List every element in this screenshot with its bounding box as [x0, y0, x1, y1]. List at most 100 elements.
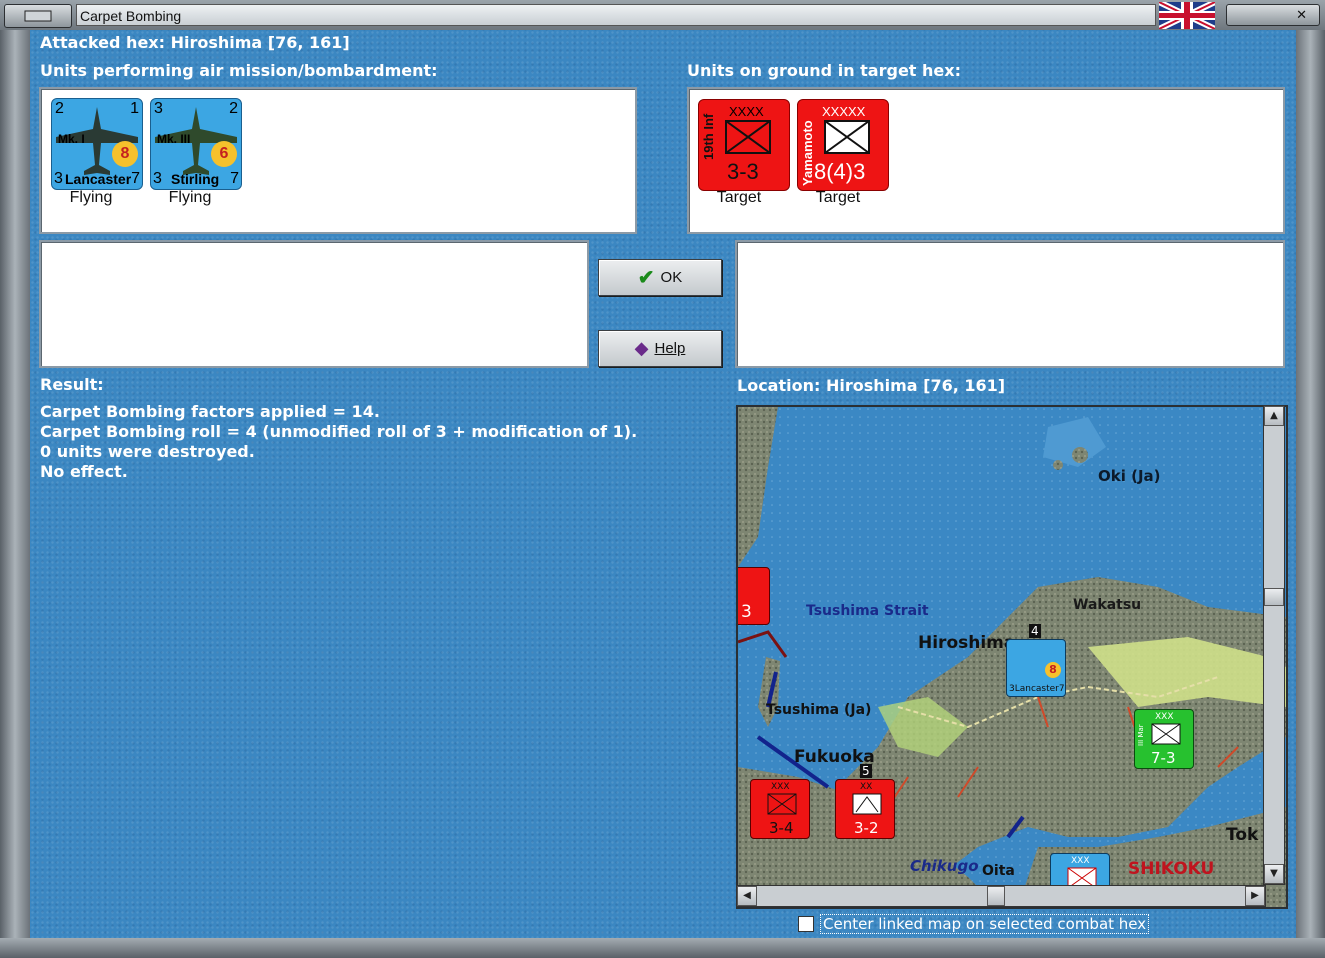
- unit-model: Mk. I: [58, 132, 85, 146]
- counter-strength: 7-3: [1151, 749, 1176, 767]
- map-label-wakatsu: Wakatsu: [1073, 597, 1142, 613]
- ground-units-label: Units on ground in target hex:: [687, 61, 961, 80]
- attacked-hex-label: Attacked hex: Hiroshima [76, 161]: [40, 33, 350, 52]
- map-counter-lancaster[interactable]: 4 8 3Lancaster7: [1006, 624, 1066, 697]
- map-vertical-scrollbar[interactable]: ▲ ▼: [1263, 405, 1285, 885]
- map-counter-red-a[interactable]: XXX 3-4: [750, 779, 810, 839]
- map-label-tsushima-strait: Tsushima Strait: [806, 603, 929, 619]
- center-map-option[interactable]: Center linked map on selected combat hex: [798, 914, 1150, 934]
- scroll-down-icon[interactable]: ▼: [1264, 864, 1284, 884]
- mountain-symbol-icon: [852, 793, 882, 815]
- unit-top-right: 1: [130, 100, 139, 117]
- location-label: Location: Hiroshima [76, 161]: [737, 376, 1006, 395]
- map-label-tsushima: Tsushima (Ja): [766, 702, 872, 718]
- map-counter-left-red[interactable]: 3: [738, 567, 770, 625]
- close-button[interactable]: ✕: [1226, 4, 1320, 26]
- ground-unit-19th-inf[interactable]: 19th Inf XXXX 3-3: [698, 99, 790, 191]
- title-bar: Carpet Bombing ✕: [0, 0, 1325, 31]
- result-line: No effect.: [40, 462, 128, 481]
- unit-strength: 8(4)3: [814, 159, 866, 184]
- counter-size: XXX: [771, 782, 790, 792]
- unit-name: Lancaster: [65, 171, 132, 187]
- bottom-border: [0, 938, 1325, 958]
- dialog-client: Attacked hex: Hiroshima [76, 161] Units …: [30, 30, 1296, 938]
- map-counter-red-b[interactable]: 5 XX 3-2: [835, 764, 895, 839]
- map-label-hiroshima: Hiroshima: [918, 633, 1016, 653]
- map-label-oki: Oki (Ja): [1098, 467, 1161, 485]
- uk-flag-icon: [1159, 2, 1215, 29]
- scroll-thumb[interactable]: [1264, 588, 1284, 606]
- checkmark-icon: ✔: [637, 267, 655, 289]
- air-details-box: [39, 240, 589, 368]
- unit-size: XXXXX: [822, 104, 866, 119]
- result-line: Carpet Bombing roll = 4 (unmodified roll…: [40, 422, 638, 441]
- ok-label: OK: [660, 269, 683, 286]
- infantry-symbol-icon: [824, 120, 870, 154]
- counter-strength: 3: [741, 602, 752, 622]
- linked-map[interactable]: Oki (Ja) Wakatsu Tsushima Strait Hiroshi…: [736, 405, 1288, 909]
- help-label: Help: [654, 340, 686, 357]
- ground-unit-yamamoto[interactable]: Yamamoto XXXXX 8(4)3: [797, 99, 889, 191]
- left-border: [0, 30, 30, 940]
- map-label-shikoku: SHIKOKU: [1128, 859, 1215, 879]
- result-line: Carpet Bombing factors applied = 14.: [40, 402, 380, 421]
- result-label: Result:: [40, 375, 104, 394]
- window-menu-icon: [24, 10, 52, 22]
- unit-size: XXXX: [729, 104, 764, 119]
- unit-name: Stirling: [171, 171, 220, 187]
- marine-symbol-icon: [1151, 723, 1181, 745]
- unit-side-label: Yamamoto: [800, 120, 815, 186]
- unit-bottom-right: 7: [230, 170, 239, 187]
- unit-model: Mk. III: [157, 132, 191, 146]
- map-label-oita: Oita: [982, 863, 1015, 879]
- stack-count: 4: [1029, 624, 1041, 638]
- center-map-checkbox[interactable]: [798, 916, 814, 932]
- ground-details-box: [735, 240, 1285, 368]
- unit-status: Flying: [69, 189, 113, 206]
- scroll-up-icon[interactable]: ▲: [1264, 406, 1284, 426]
- map-label-tok: Tok: [1226, 825, 1259, 845]
- counter-side-label: III Mar: [1137, 724, 1145, 746]
- help-book-icon: ◆: [634, 338, 649, 358]
- map-counter-green[interactable]: XXX III Mar 7-3: [1134, 709, 1194, 769]
- system-menu-button[interactable]: [4, 4, 72, 28]
- map-horizontal-scrollbar[interactable]: ◀ ▶: [736, 885, 1266, 907]
- unit-side-label: 19th Inf: [701, 113, 716, 160]
- unit-status: Target: [716, 189, 762, 206]
- stack-count: 5: [860, 764, 872, 778]
- unit-bottom-right: 7: [131, 170, 140, 187]
- air-unit-stirling[interactable]: 3 2 Mk. III 6 3 Stirling 7: [150, 98, 242, 190]
- counter-size: XXX: [1071, 856, 1090, 866]
- window-title: Carpet Bombing: [76, 4, 1156, 26]
- counter-size: XX: [860, 782, 873, 792]
- range-badge: 6: [211, 141, 237, 167]
- counter-name: 3Lancaster7: [1009, 684, 1065, 694]
- close-icon: ✕: [1296, 8, 1307, 23]
- help-button[interactable]: ◆ Help: [598, 330, 722, 367]
- infantry-symbol-icon: [767, 793, 797, 815]
- center-map-label[interactable]: Center linked map on selected combat hex: [820, 914, 1150, 934]
- scroll-right-icon[interactable]: ▶: [1245, 886, 1265, 906]
- unit-bottom-left: 3: [54, 170, 63, 187]
- unit-strength: 3-3: [727, 159, 759, 184]
- unit-top-left: 2: [55, 100, 64, 117]
- unit-top-left: 3: [154, 100, 163, 117]
- air-units-box: 2 1 Mk. I 8 3 Lancaster 7 Flying 3 2 Mk.…: [39, 87, 637, 234]
- window-frame: Carpet Bombing ✕ Attacked hex: Hiroshima…: [0, 0, 1325, 958]
- right-border: [1296, 30, 1325, 940]
- scroll-thumb[interactable]: [987, 886, 1005, 906]
- unit-status: Flying: [168, 189, 212, 206]
- air-unit-lancaster[interactable]: 2 1 Mk. I 8 3 Lancaster 7: [51, 98, 143, 190]
- unit-top-right: 2: [229, 100, 238, 117]
- map-label-chikugo: Chikugo: [910, 857, 979, 875]
- infantry-symbol-icon: [725, 120, 771, 154]
- unit-status: Target: [815, 189, 861, 206]
- range-badge: 8: [1045, 662, 1061, 678]
- ground-units-box: 19th Inf XXXX 3-3 Target Yamamoto XXXXX …: [687, 87, 1285, 234]
- counter-strength: 3-4: [769, 819, 794, 837]
- ok-button[interactable]: ✔ OK: [598, 259, 722, 296]
- counter-size: XXX: [1155, 712, 1174, 722]
- scroll-left-icon[interactable]: ◀: [737, 886, 757, 906]
- unit-bottom-left: 3: [153, 170, 162, 187]
- range-badge: 8: [112, 141, 138, 167]
